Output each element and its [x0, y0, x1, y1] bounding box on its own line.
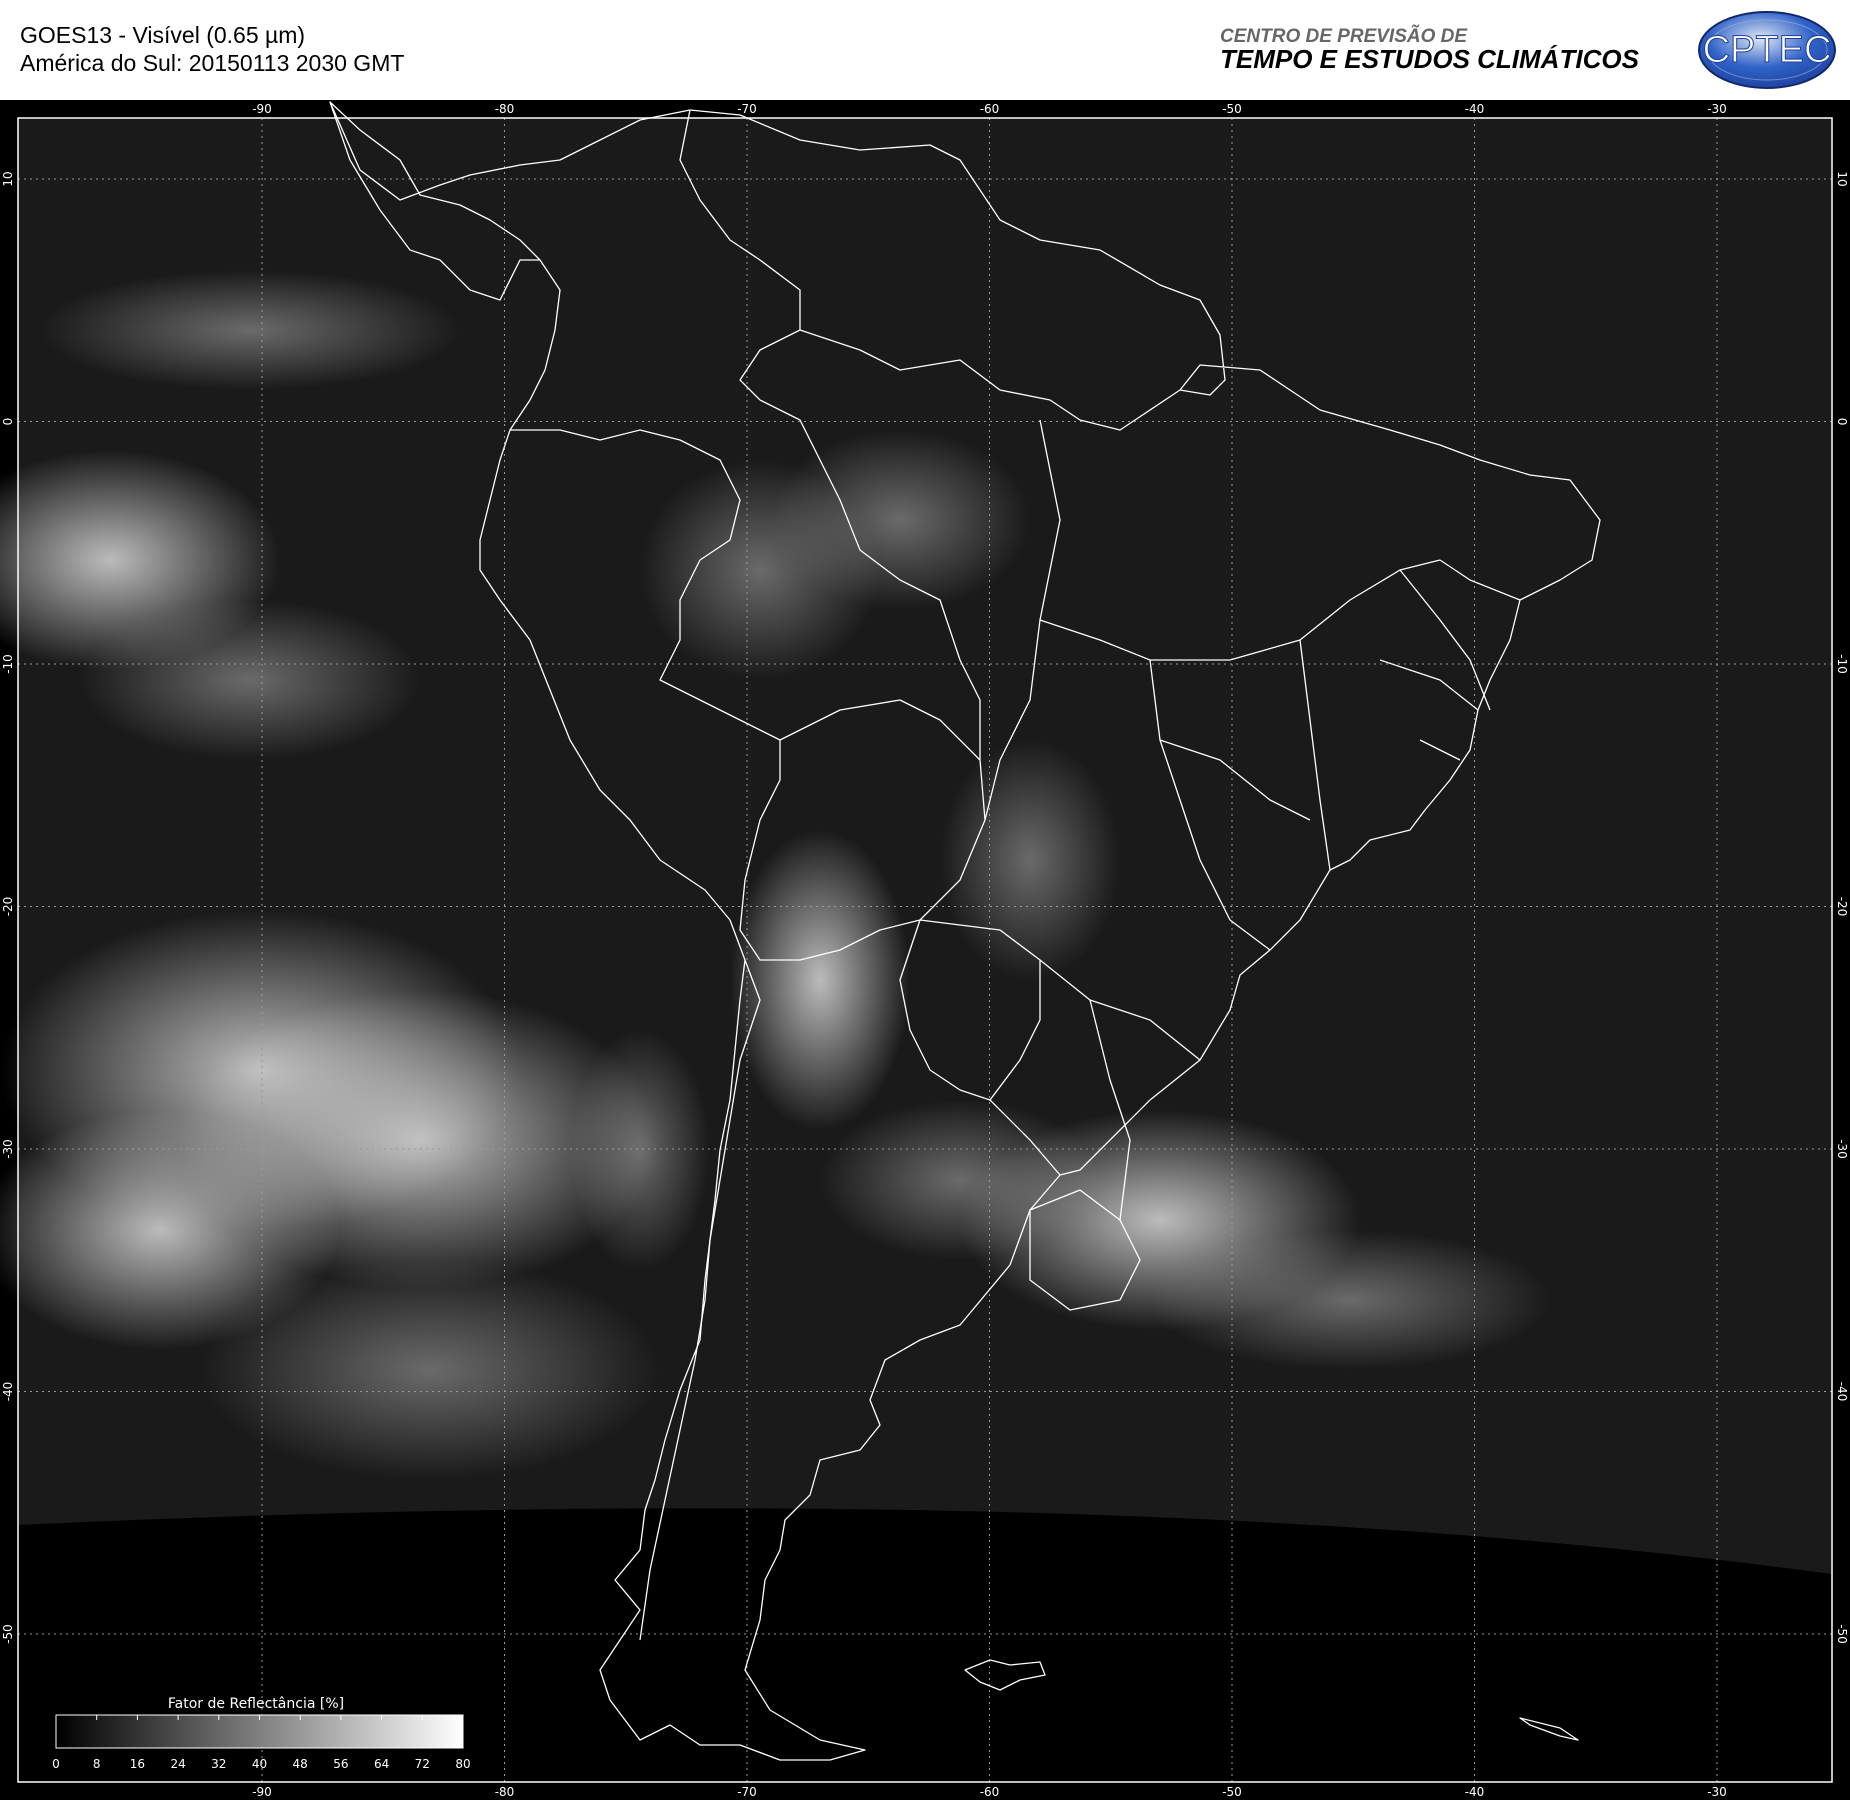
latitude-tick-label: -10 [1835, 654, 1849, 674]
latitude-tick-label: 10 [1, 171, 15, 186]
latitude-tick-label: -20 [1835, 897, 1849, 917]
latitude-tick-label: -50 [1, 1624, 15, 1644]
longitude-tick-label: -80 [495, 102, 515, 116]
longitude-tick-label: -40 [1465, 1785, 1485, 1799]
header: GOES13 - Visível (0.65 µm) América do Su… [0, 0, 1850, 100]
south-georgia [1519, 1717, 1579, 1741]
image-subtitle: América do Sul: 20150113 2030 GMT [20, 50, 405, 76]
latitude-ticks-right: 10 0 -10 -20 -30 -40 -50 [1835, 171, 1849, 1643]
latitude-tick-label: -50 [1835, 1624, 1849, 1644]
latitude-tick-label: -20 [1, 897, 15, 917]
colorbar-tick-label: 72 [415, 1757, 430, 1771]
logo-text: CPTEC [1703, 29, 1832, 71]
colorbar-tick-label: 8 [93, 1757, 101, 1771]
latitude-tick-label: -40 [1835, 1382, 1849, 1402]
colorbar-tick-label: 56 [333, 1757, 348, 1771]
colorbar-tick-label: 16 [130, 1757, 145, 1771]
falkland-islands [964, 1659, 1046, 1691]
latitude-tick-label: -10 [1, 654, 15, 674]
longitude-tick-label: -90 [252, 102, 272, 116]
longitude-tick-label: -30 [1707, 102, 1727, 116]
latitude-tick-label: 0 [1835, 418, 1849, 426]
longitude-tick-label: -30 [1707, 1785, 1727, 1799]
colorbar-title: Fator de Reflectância [%] [168, 1696, 344, 1712]
latitude-tick-label: -30 [1835, 1139, 1849, 1159]
longitude-tick-label: -60 [980, 102, 1000, 116]
longitude-tick-label: -70 [737, 102, 757, 116]
longitude-ticks-top: -90 -80 -70 -60 -50 -40 -30 [252, 102, 1727, 116]
satellite-map: -90 -80 -70 -60 -50 -40 -30 -90 -80 -70 -60 -50 -40… [0, 100, 1850, 1800]
longitude-tick-label: -60 [980, 1785, 1000, 1799]
colorbar-tick-label: 48 [293, 1757, 308, 1771]
cptec-logo: CPTEC [1698, 11, 1836, 89]
latitude-tick-label: 10 [1835, 171, 1849, 186]
longitude-tick-label: -90 [252, 1785, 272, 1799]
longitude-tick-label: -70 [737, 1785, 757, 1799]
longitude-ticks-bottom: -90 -80 -70 -60 -50 -40 -30 [252, 1785, 1727, 1799]
colorbar-tick-label: 32 [211, 1757, 226, 1771]
colorbar-tick-label: 0 [52, 1757, 60, 1771]
colorbar-tick-label: 64 [374, 1757, 389, 1771]
colorbar: Fator de Reflectância [%] 0 8 16 24 32 40 48 56… [52, 1696, 470, 1771]
latitude-tick-label: -40 [1, 1382, 15, 1402]
organization-name-line2: TEMPO E ESTUDOS CLIMÁTICOS [1220, 44, 1639, 74]
image-title: GOES13 - Visível (0.65 µm) [20, 22, 306, 48]
longitude-tick-label: -50 [1222, 102, 1242, 116]
colorbar-tick-label: 24 [170, 1757, 185, 1771]
latitude-ticks-left: 10 0 -10 -20 -30 -40 -50 [1, 171, 15, 1643]
longitude-tick-label: -80 [495, 1785, 515, 1799]
longitude-tick-label: -40 [1465, 102, 1485, 116]
latitude-tick-label: -30 [1, 1139, 15, 1159]
colorbar-tick-label: 40 [252, 1757, 267, 1771]
longitude-tick-label: -50 [1222, 1785, 1242, 1799]
colorbar-tick-label: 80 [455, 1757, 470, 1771]
latitude-tick-label: 0 [1, 418, 15, 426]
